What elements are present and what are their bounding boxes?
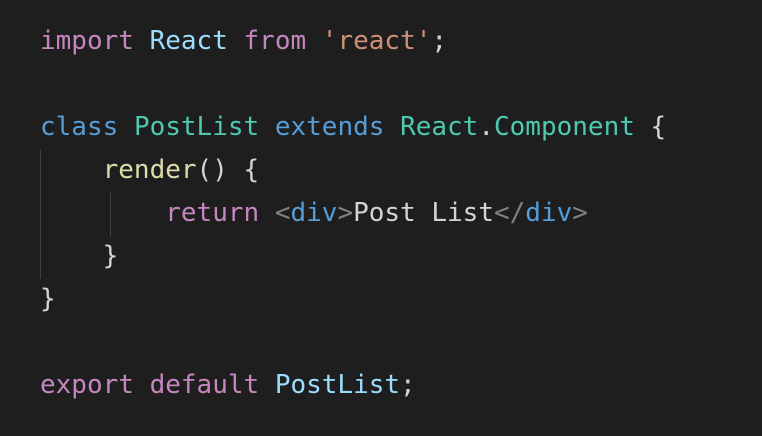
identifier-react: React [400, 112, 479, 142]
tag-bracket-open: < [274, 198, 291, 228]
dot: . [478, 112, 494, 142]
code-line-1[interactable]: import React from 'react'; [40, 20, 762, 63]
tag-bracket-close: > [572, 198, 588, 228]
jsx-tag-div-close: div [525, 198, 573, 228]
keyword-return: return [165, 198, 260, 228]
string-react: 'react' [321, 26, 432, 56]
open-brace: { [243, 155, 260, 185]
code-line-3[interactable]: class PostList extends React.Component { [40, 106, 762, 149]
identifier-postlist: PostList [274, 370, 401, 400]
semicolon: ; [400, 370, 416, 400]
jsx-tag-div: div [290, 198, 338, 228]
close-brace: } [102, 241, 119, 271]
code-line-9[interactable]: export default PostList; [40, 364, 762, 407]
close-brace: } [40, 284, 56, 314]
keyword-default: default [149, 370, 260, 400]
code-line-2[interactable] [40, 63, 762, 106]
keyword-from: from [243, 26, 307, 56]
tag-bracket-close: > [337, 198, 354, 228]
keyword-import: import [40, 26, 134, 56]
code-line-6[interactable]: } [40, 235, 762, 278]
open-brace: { [650, 112, 667, 142]
keyword-class: class [40, 112, 119, 142]
code-line-7[interactable]: } [40, 278, 762, 321]
code-line-4[interactable]: render() { [40, 149, 762, 192]
code-line-5[interactable]: return <div>Post List</div> [40, 192, 762, 235]
code-editor[interactable]: import React from 'react'; class PostLis… [0, 0, 762, 436]
class-name-component: Component [494, 112, 635, 142]
class-name-postlist: PostList [133, 112, 260, 142]
keyword-export: export [40, 370, 134, 400]
jsx-text: Post List [353, 198, 494, 228]
tag-bracket-open-closing: </ [493, 198, 526, 228]
semicolon: ; [431, 26, 448, 56]
method-render: render [102, 155, 197, 185]
parens: () [196, 155, 228, 185]
code-line-8[interactable] [40, 321, 762, 364]
identifier-react: React [149, 26, 228, 56]
keyword-extends: extends [274, 112, 385, 142]
